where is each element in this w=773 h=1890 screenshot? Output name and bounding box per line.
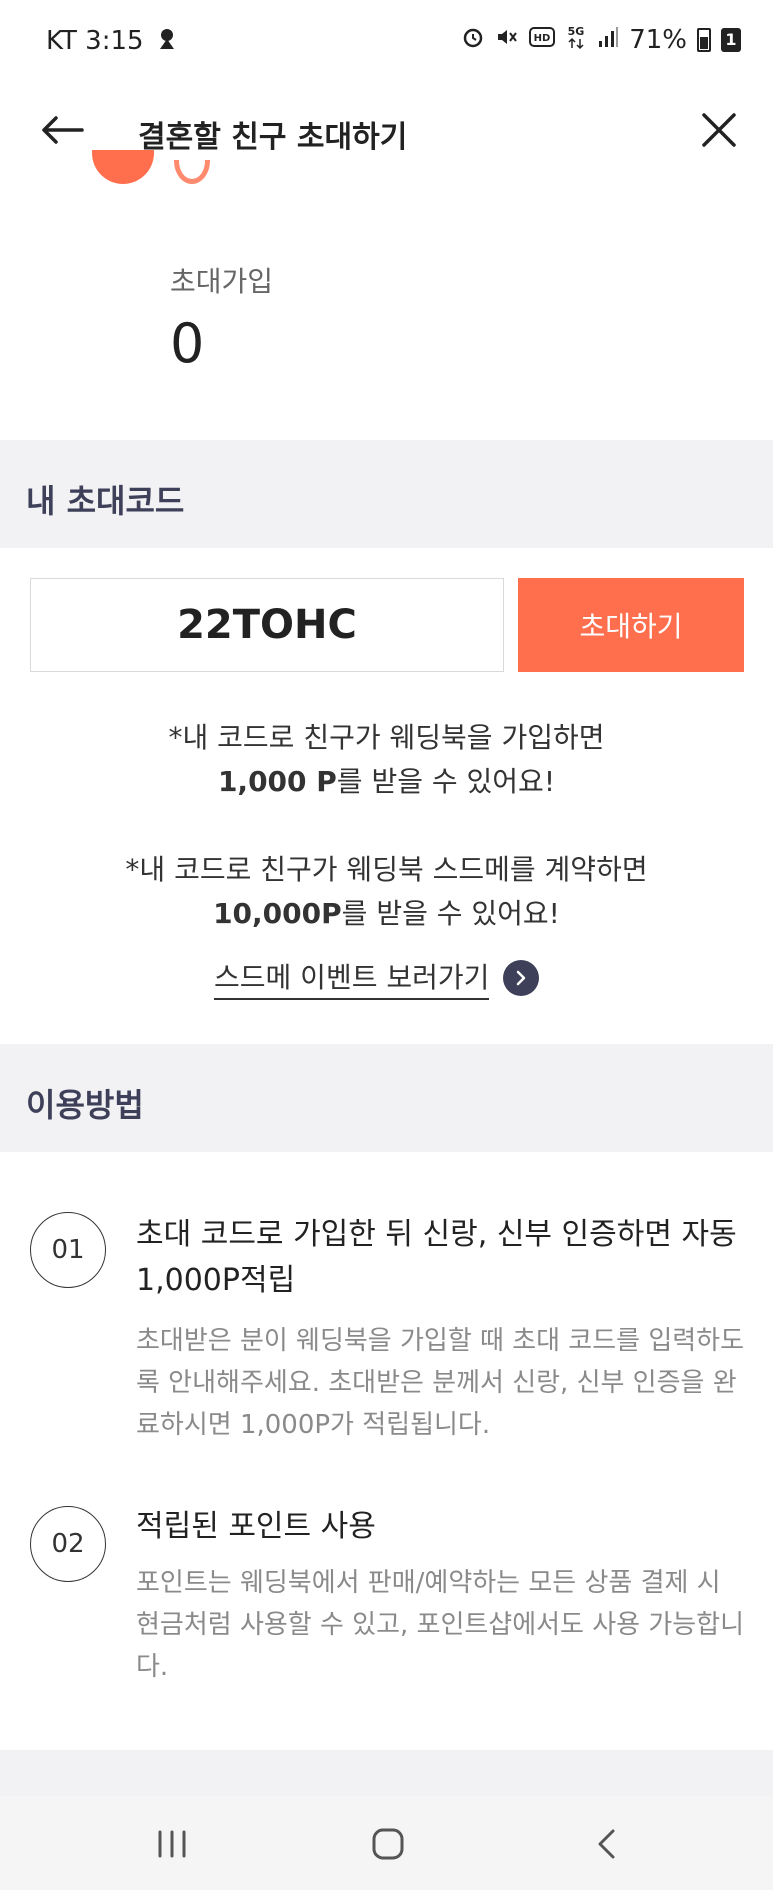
system-back-button[interactable] (576, 1816, 636, 1872)
signup-reward-line1: *내 코드로 친구가 웨딩북을 가입하면 (168, 721, 605, 754)
step-description: 초대받은 분이 웨딩북을 가입할 때 초대 코드를 입력하도록 안내해주세요. … (136, 1326, 745, 1440)
system-navigation-bar (0, 1796, 773, 1890)
sim-slot-badge: 1 (721, 27, 741, 52)
recent-apps-button[interactable] (142, 1816, 202, 1872)
step-number-badge: 01 (30, 1212, 106, 1288)
signup-reward-amount: 1,000 P (217, 765, 337, 798)
step-title: 적립된 포인트 사용 (136, 1509, 376, 1544)
arrow-left-icon (42, 116, 84, 144)
close-icon (702, 113, 736, 147)
invite-signup-count: 0 (170, 312, 205, 375)
status-bar: KT 3:15 HD 5G 71% 1 (0, 0, 773, 84)
hd-icon: HD (529, 26, 556, 53)
invite-button[interactable]: 초대하기 (518, 578, 744, 672)
mute-icon (495, 25, 519, 54)
svg-text:5G: 5G (568, 25, 585, 38)
home-icon (372, 1828, 404, 1860)
svg-text:HD: HD (534, 33, 551, 44)
network-5g-icon: 5G (565, 24, 587, 55)
battery-icon (697, 27, 711, 52)
signup-reward-info: *내 코드로 친구가 웨딩북을 가입하면 1,000 P를 받을 수 있어요! (0, 716, 773, 804)
step-description: 포인트는 웨딩북에서 판매/예약하는 모든 상품 결제 시 현금처럼 사용할 수… (136, 1568, 745, 1682)
signal-icon (597, 25, 619, 54)
invite-code-display[interactable]: 22TOHC (30, 578, 504, 672)
contract-reward-line2: 를 받을 수 있어요! (341, 897, 560, 930)
page-title: 결혼할 친구 초대하기 (138, 120, 408, 155)
alarm-icon (461, 25, 485, 54)
sdm-event-link[interactable]: 스드메 이벤트 보러가기 (214, 956, 540, 1000)
sdm-event-link-label: 스드메 이벤트 보러가기 (214, 956, 490, 1000)
invite-signup-label: 초대가입 (170, 265, 274, 298)
contract-reward-amount: 10,000P (213, 897, 342, 930)
step-number-badge: 02 (30, 1506, 106, 1582)
signup-reward-line2: 를 받을 수 있어요! (336, 765, 556, 798)
howto-section-title: 이용방법 (26, 1086, 144, 1124)
chevron-left-icon (598, 1829, 615, 1859)
chevron-right-icon (503, 960, 540, 996)
howto-section-header: 이용방법 (0, 1044, 773, 1152)
back-button[interactable] (34, 102, 90, 158)
battery-percent: 71% (629, 24, 687, 55)
my-code-section-title: 내 초대코드 (26, 482, 185, 520)
my-code-section-header: 내 초대코드 (0, 440, 773, 548)
recent-apps-icon (158, 1830, 186, 1858)
bottom-spacer (0, 1750, 773, 1796)
step-title: 초대 코드로 가입한 뒤 신랑, 신부 인증하면 자동 1,000P적립 (136, 1217, 737, 1298)
decorative-ring (170, 160, 214, 190)
home-button[interactable] (358, 1816, 418, 1872)
decorative-circle (92, 150, 156, 190)
notification-icon (156, 27, 178, 56)
carrier-time: KT 3:15 (46, 26, 144, 56)
contract-reward-info: *내 코드로 친구가 웨딩북 스드메를 계약하면 10,000P를 받을 수 있… (0, 848, 773, 936)
contract-reward-line1: *내 코드로 친구가 웨딩북 스드메를 계약하면 (125, 853, 648, 886)
close-button[interactable] (691, 102, 747, 158)
